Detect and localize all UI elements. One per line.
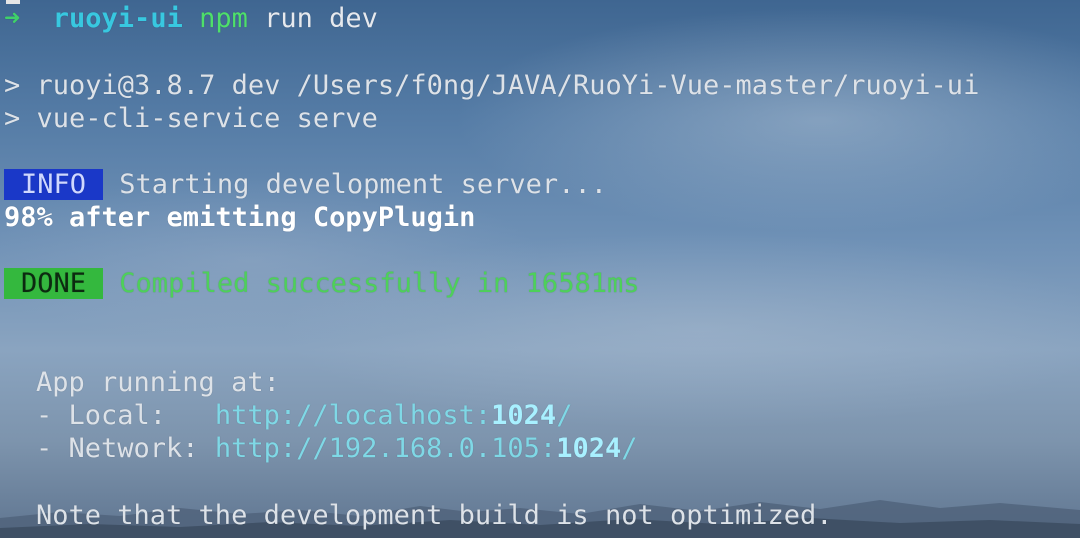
app-running-heading: App running at:	[36, 367, 280, 398]
local-url-port[interactable]: 1024	[491, 400, 556, 431]
info-badge: INFO	[4, 169, 104, 200]
local-url-line: - Local: http://localhost:1024/	[36, 399, 572, 432]
network-url-suffix[interactable]: /	[621, 433, 637, 464]
info-line: INFO Starting development server...	[4, 168, 607, 201]
prompt-command: npm	[199, 3, 248, 34]
progress-line: 98% after emitting CopyPlugin	[4, 202, 476, 233]
done-badge: DONE	[4, 268, 104, 299]
local-url-prefix[interactable]: http://localhost:	[215, 400, 491, 431]
prompt-arrow-icon: ➜	[4, 3, 21, 34]
npm-output-line: > ruoyi@3.8.7 dev /Users/f0ng/JAVA/RuoYi…	[4, 70, 980, 101]
npm-output-line: > vue-cli-service serve	[4, 103, 378, 134]
prompt-args: run dev	[264, 3, 378, 34]
note-line: Note that the development build is not o…	[36, 500, 833, 531]
prompt-directory: ruoyi-ui	[52, 3, 183, 34]
prompt-line: ➜ ruoyi-ui npm run dev	[4, 2, 378, 35]
local-url-suffix[interactable]: /	[556, 400, 572, 431]
network-url-prefix[interactable]: http://192.168.0.105:	[215, 433, 556, 464]
network-url-line: - Network: http://192.168.0.105:1024/	[36, 432, 637, 465]
local-label: - Local:	[36, 400, 215, 431]
done-line: DONE Compiled successfully in 16581ms	[4, 267, 639, 300]
network-label: - Network:	[36, 433, 215, 464]
done-message: Compiled successfully in 16581ms	[119, 268, 640, 299]
terminal-window[interactable]: ➜ ruoyi-ui npm run dev > ruoyi@3.8.7 dev…	[0, 0, 1080, 538]
info-message: Starting development server...	[119, 169, 607, 200]
network-url-port[interactable]: 1024	[556, 433, 621, 464]
